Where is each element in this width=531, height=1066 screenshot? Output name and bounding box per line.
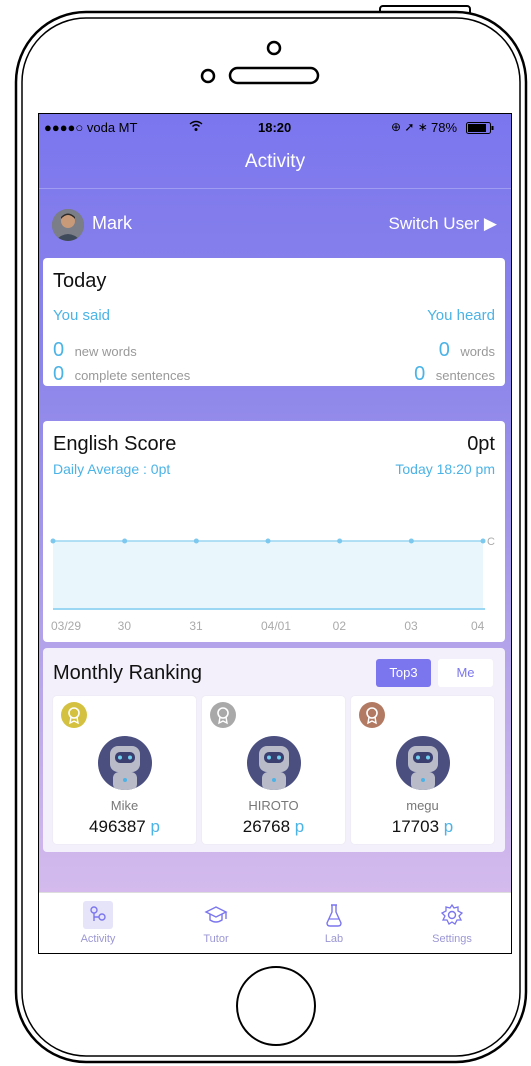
heard-sentences-label: sentences (435, 368, 495, 383)
ranking-name: HIROTO (248, 798, 299, 813)
score-point (408, 538, 414, 544)
home-button[interactable] (236, 966, 316, 1046)
said-words-row: 0 new words (53, 339, 137, 362)
ranking-unit: p (150, 817, 160, 836)
ranking-score: 26768 (242, 817, 291, 836)
tab-top3[interactable]: Top3 (376, 659, 431, 687)
ranking-name: Mike (110, 798, 139, 813)
lock-rotation-icon: ⊕ ➚ ∗ (391, 120, 428, 134)
x-tick-label: 03 (404, 619, 418, 633)
gold-medal-icon (61, 702, 87, 728)
heard-sentences-value: 0 (414, 363, 426, 385)
english-score-card: English Score 0pt Daily Average : 0pt To… (43, 421, 505, 642)
ranking-score-row: 26768 p (202, 817, 345, 837)
avatar (52, 209, 84, 241)
heard-words-row: 0 words (439, 339, 495, 362)
you-heard-label: You heard (427, 307, 495, 324)
tab-lab[interactable]: Lab (275, 893, 393, 953)
said-sentences-row: 0 complete sentences (53, 363, 190, 386)
x-tick-label: 31 (189, 619, 203, 633)
x-tick-label: 02 (333, 619, 347, 633)
flask-icon (319, 901, 349, 929)
chart-edge-label: C (487, 536, 495, 548)
tab-activity[interactable]: Activity (39, 893, 157, 953)
robot-avatar (98, 736, 152, 790)
x-tick-label: 03/29 (51, 619, 81, 633)
ranking-entry-1[interactable]: Mike 496387 p (53, 696, 196, 844)
ranking-title: Monthly Ranking (53, 662, 202, 684)
tab-tutor[interactable]: Tutor (157, 893, 275, 953)
ranking-entry-2[interactable]: HIROTO 26768 p (202, 696, 345, 844)
robot-avatar (396, 736, 450, 790)
app-screen: ●●●●○ voda MT 18:20 ⊕ ➚ ∗ 78% Activity M… (39, 114, 511, 953)
activity-icon (83, 901, 113, 929)
switch-user-button[interactable]: Switch User ▶ (389, 214, 497, 234)
tab-label: Activity (80, 933, 116, 945)
tab-settings[interactable]: Settings (393, 893, 511, 953)
x-tick-label: 04/01 (261, 619, 291, 633)
page-title: Activity (39, 142, 511, 189)
score-point (50, 538, 56, 544)
score-point (265, 538, 271, 544)
clock: 18:20 (258, 120, 292, 135)
score-point (337, 538, 343, 544)
monthly-ranking-card: Monthly Ranking Top3 Me Mike 496387 p HI… (43, 648, 505, 852)
battery-icon (466, 122, 496, 137)
today-card: Today You said You heard 0 new words 0 w… (43, 258, 505, 386)
you-said-label: You said (53, 307, 110, 324)
ranking-unit: p (294, 817, 305, 836)
heard-sentences-row: 0 sentences (414, 363, 495, 386)
today-title: Today (53, 270, 107, 292)
user-row: Mark Switch User ▶ (39, 189, 511, 257)
carrier-label: ●●●●○ voda MT (44, 120, 138, 135)
ranking-score: 496387 (89, 817, 146, 836)
x-tick-label: 30 (118, 619, 132, 633)
silver-medal-icon (210, 702, 236, 728)
heard-words-label: words (460, 344, 495, 359)
wifi-icon (189, 120, 203, 135)
score-area (53, 541, 483, 609)
ranking-name: megu (406, 798, 439, 813)
said-words-label: new words (74, 344, 137, 359)
said-sentences-value: 0 (53, 363, 65, 385)
score-point (122, 538, 128, 544)
tab-label: Settings (432, 933, 472, 945)
said-words-value: 0 (53, 339, 65, 361)
heard-words-value: 0 (438, 339, 450, 361)
tab-me[interactable]: Me (438, 659, 493, 687)
ranking-unit: p (443, 817, 454, 836)
score-point (480, 538, 486, 544)
status-bar: ●●●●○ voda MT 18:20 ⊕ ➚ ∗ 78% (39, 114, 511, 142)
graduation-cap-icon (201, 901, 231, 929)
score-chart: 03/29 30 31 04/01 02 03 04 C (50, 536, 495, 633)
ranking-score: 17703 (391, 817, 440, 836)
battery-percent: 78% (431, 120, 458, 135)
ranking-score-row: 496387 p (53, 817, 196, 837)
tab-label: Lab (324, 933, 344, 945)
said-sentences-label: complete sentences (74, 368, 191, 383)
tab-label: Tutor (203, 933, 229, 945)
score-point (193, 538, 199, 544)
ranking-entry-3[interactable]: megu 17703 p (351, 696, 494, 844)
gear-icon (437, 901, 467, 929)
bronze-medal-icon (359, 702, 385, 728)
user-name: Mark (92, 213, 132, 233)
ranking-score-row: 17703 p (351, 817, 494, 837)
robot-avatar (247, 736, 301, 790)
tab-bar: Activity Tutor Lab Settings (39, 892, 511, 953)
x-tick-label: 04 (471, 619, 485, 633)
